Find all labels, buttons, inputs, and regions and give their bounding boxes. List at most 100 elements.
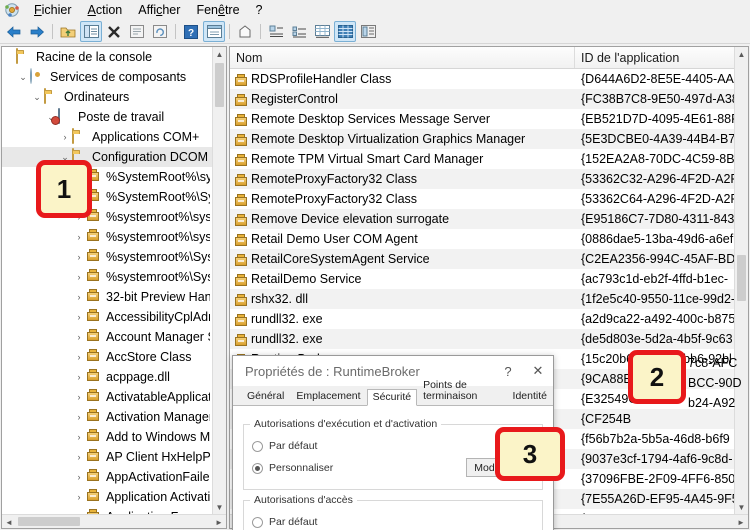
tab-points-de-terminaison[interactable]: Points de terminaison — [417, 377, 506, 405]
tree-node[interactable]: ›%SystemRoot%\system — [2, 167, 212, 187]
tree-node[interactable]: Racine de la console — [2, 47, 212, 67]
tree-node[interactable]: ›Application Frame Host — [2, 507, 212, 514]
table-row[interactable]: RetailCoreSystemAgent Service {C2EA2356-9… — [230, 249, 734, 269]
tab-emplacement[interactable]: Emplacement — [290, 388, 366, 406]
tree-node[interactable]: › %systemroot%\System3 — [2, 247, 212, 267]
table-row[interactable]: Remote TPM Virtual Smart Card Manager {15… — [230, 149, 734, 169]
tree-node[interactable]: ⌄ Services de composants — [2, 67, 212, 87]
column-header-appid[interactable]: ID de l'application — [575, 47, 748, 68]
menu-action[interactable]: Action — [80, 1, 131, 19]
radio-row-launch-default[interactable]: Par défaut — [252, 437, 534, 455]
table-row[interactable]: RDSProfileHandler Class {D644A6D2-8E5E-44… — [230, 69, 734, 89]
tree-expander-icon[interactable]: › — [72, 352, 86, 362]
tab-s-curit-[interactable]: Sécurité — [366, 388, 418, 406]
radio-row-launch-custom[interactable]: Personnaliser Modifier... — [252, 458, 534, 477]
tree-scroll-thumb[interactable] — [215, 63, 224, 107]
tree-scroll-up-icon[interactable]: ▲ — [213, 47, 226, 61]
tree-node[interactable]: › AccStore Class — [2, 347, 212, 367]
tab-g-n-ral[interactable]: Général — [241, 388, 290, 406]
menu-fichier[interactable]: Fichier — [26, 1, 80, 19]
tree-horizontal-scrollbar[interactable]: ◄ ► — [2, 514, 226, 528]
tree-node[interactable]: ›%systemroot%\system3 — [2, 227, 212, 247]
list-view-icon[interactable] — [311, 21, 333, 42]
list-scroll-down-icon[interactable]: ▼ — [735, 500, 748, 514]
tree-expander-icon[interactable]: › — [72, 272, 86, 282]
table-row[interactable]: Remove Device elevation surrogate {E95186… — [230, 209, 734, 229]
tree-expander-icon[interactable]: ⌄ — [30, 92, 44, 103]
properties-icon[interactable] — [126, 21, 148, 42]
tree-expander-icon[interactable]: › — [72, 412, 86, 422]
tree-expander-icon[interactable]: ⌄ — [16, 72, 30, 83]
tree-node[interactable]: ⌄ Poste de travail — [2, 107, 212, 127]
radio-launch-default[interactable] — [252, 440, 263, 452]
menu-help[interactable]: ? — [248, 1, 271, 19]
radio-launch-custom[interactable] — [252, 462, 263, 474]
help-icon[interactable]: ? — [180, 21, 202, 42]
up-folder-icon[interactable] — [57, 21, 79, 42]
list-scroll-thumb[interactable] — [737, 255, 746, 301]
close-icon[interactable]: ✕ — [523, 356, 553, 386]
tree-node[interactable]: › Applications COM+ — [2, 127, 212, 147]
menu-afficher[interactable]: Afficher — [130, 1, 188, 19]
tree-expander-icon[interactable]: › — [72, 492, 86, 502]
tree-scroll-down-icon[interactable]: ▼ — [213, 500, 226, 514]
tree-scroll-right-icon[interactable]: ► — [212, 515, 226, 528]
tree-expander-icon[interactable]: › — [72, 232, 86, 242]
table-row[interactable]: RemoteProxyFactory32 Class {53362C32-A296… — [230, 169, 734, 189]
delete-icon[interactable] — [103, 21, 125, 42]
list-vertical-scrollbar[interactable]: ▲ ▼ — [734, 47, 748, 514]
tree-expander-icon[interactable]: › — [72, 372, 86, 382]
tree-expander-icon[interactable]: › — [72, 392, 86, 402]
list-scroll-up-icon[interactable]: ▲ — [735, 47, 748, 61]
detail-view-icon[interactable] — [334, 21, 356, 42]
tree-expander-icon[interactable]: › — [72, 472, 86, 482]
tree-expander-icon[interactable]: › — [72, 452, 86, 462]
new-window-icon[interactable] — [203, 21, 225, 42]
tree-node[interactable]: › Application Activation M — [2, 487, 212, 507]
console-tree[interactable]: Racine de la console ⌄ Services de composa… — [2, 47, 212, 514]
tree-node[interactable]: › Activation Manager Shi — [2, 407, 212, 427]
tree-expander-icon[interactable]: › — [72, 332, 86, 342]
table-row[interactable]: rundll32. exe {de5d803e-5d2a-4b5f-9c63 — [230, 329, 734, 349]
small-icons-icon[interactable] — [288, 21, 310, 42]
tree-node[interactable]: › ActivatableApplicationR — [2, 387, 212, 407]
tree-node[interactable]: › AccessibilityCplAdmin — [2, 307, 212, 327]
tree-expander-icon[interactable]: › — [72, 312, 86, 322]
menu-fenetre[interactable]: Fenêtre — [188, 1, 247, 19]
tree-expander-icon[interactable]: › — [72, 292, 86, 302]
tree-expander-icon[interactable]: › — [72, 252, 86, 262]
table-row[interactable]: Remote Desktop Services Message Server {E… — [230, 109, 734, 129]
tree-hscroll-thumb[interactable] — [18, 517, 80, 526]
tree-node[interactable]: ⌄ Ordinateurs — [2, 87, 212, 107]
export-icon[interactable] — [234, 21, 256, 42]
tree-vertical-scrollbar[interactable]: ▲ ▼ — [212, 47, 226, 514]
table-row[interactable]: rundll32. exe {a2d9ca22-a492-400c-b875 — [230, 309, 734, 329]
table-row[interactable]: rshx32. dll {1f2e5c40-9550-11ce-99d2- — [230, 289, 734, 309]
table-row[interactable]: RemoteProxyFactory32 Class {53362C64-A296… — [230, 189, 734, 209]
tree-expander-icon[interactable]: › — [58, 132, 72, 142]
radio-access-default[interactable] — [252, 516, 263, 528]
table-row[interactable]: Remote Desktop Virtualization Graphics M… — [230, 129, 734, 149]
table-row[interactable]: Retail Demo User COM Agent {0886dae5-13ba… — [230, 229, 734, 249]
forward-icon[interactable] — [26, 21, 48, 42]
show-console-tree-icon[interactable] — [80, 21, 102, 42]
back-icon[interactable] — [3, 21, 25, 42]
tree-node[interactable]: › Account Manager Servi — [2, 327, 212, 347]
column-header-name[interactable]: Nom — [230, 47, 575, 68]
refresh-icon[interactable] — [149, 21, 171, 42]
table-row[interactable]: RegisterControl {FC38B7C8-9E50-497d-A38 — [230, 89, 734, 109]
tree-node[interactable]: ›%systemroot%\system3 — [2, 207, 212, 227]
tree-node[interactable]: › acppage.dll — [2, 367, 212, 387]
tab-identit-[interactable]: Identité — [507, 388, 553, 406]
list-scroll-right-icon[interactable]: ► — [734, 515, 748, 528]
tree-node[interactable]: › AppActivationFailedHan — [2, 467, 212, 487]
large-icons-icon[interactable] — [265, 21, 287, 42]
radio-row-access-default[interactable]: Par défaut — [252, 513, 534, 530]
tree-node[interactable]: › AP Client HxHelpPaneS — [2, 447, 212, 467]
tree-node[interactable]: › 32-bit Preview Handler — [2, 287, 212, 307]
tree-node[interactable]: ›%SystemRoot%\System — [2, 187, 212, 207]
tree-scroll-left-icon[interactable]: ◄ — [2, 515, 16, 528]
tree-node[interactable]: ⌄ Configuration DCOM — [2, 147, 212, 167]
table-row[interactable]: RetailDemo Service {ac793c1d-eb2f-4ffd-b1… — [230, 269, 734, 289]
tree-expander-icon[interactable]: › — [72, 432, 86, 442]
